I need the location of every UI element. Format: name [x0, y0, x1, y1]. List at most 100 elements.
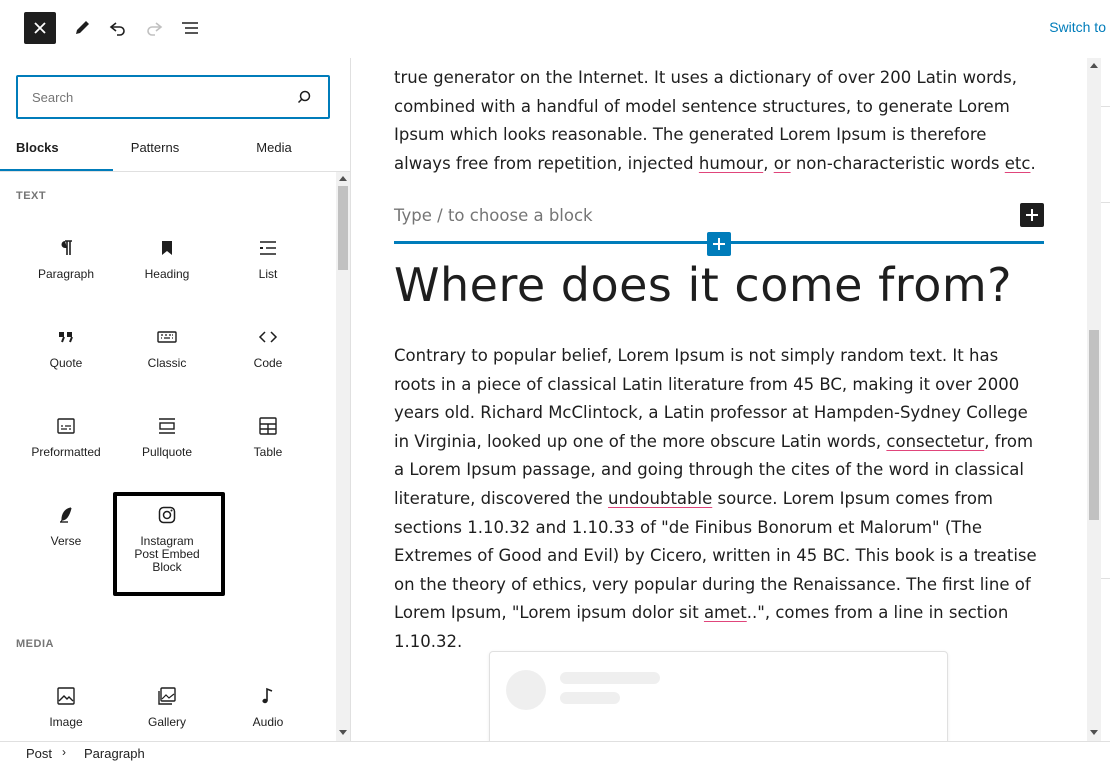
- misspelled-word: amet: [703, 603, 747, 623]
- close-icon: [34, 22, 46, 34]
- preformatted-icon: [54, 414, 78, 438]
- block-label: Heading: [144, 267, 190, 281]
- insert-block-button[interactable]: [707, 232, 731, 256]
- undo-icon: [109, 22, 125, 36]
- canvas-scrollbar[interactable]: [1087, 58, 1101, 741]
- canvas-scroll-thumb[interactable]: [1089, 330, 1099, 520]
- paragraph-block[interactable]: Contrary to popular belief, Lorem Ipsum …: [394, 342, 1044, 657]
- close-inserter-button[interactable]: [24, 12, 56, 44]
- block-label: Image: [49, 715, 83, 729]
- block-item-table[interactable]: Table: [218, 406, 318, 494]
- block-item-gallery[interactable]: Gallery: [117, 676, 217, 741]
- undo-button[interactable]: [104, 14, 132, 42]
- divider: [1101, 202, 1110, 203]
- misspelled-word: humour: [698, 153, 764, 173]
- paragraph-block[interactable]: true generator on the Internet. It uses …: [394, 64, 1044, 178]
- section-label-media: MEDIA: [16, 638, 54, 650]
- divider: [1101, 578, 1110, 579]
- editor-toolbar: Switch to: [0, 0, 1110, 59]
- paragraph-text: ,: [763, 153, 774, 173]
- block-item-pullquote[interactable]: Pullquote: [117, 406, 217, 494]
- paragraph-icon: [54, 236, 78, 260]
- scroll-down-arrow-icon[interactable]: [1090, 730, 1098, 735]
- block-item-quote[interactable]: Quote: [16, 317, 116, 405]
- misspelled-word: consectetur: [886, 431, 985, 451]
- embed-avatar-skeleton: [506, 670, 546, 710]
- block-label: Classic: [147, 356, 187, 370]
- plus-icon: [1026, 209, 1038, 221]
- code-icon: [256, 325, 280, 349]
- embed-text-skeleton: [560, 692, 620, 704]
- image-icon: [54, 684, 78, 708]
- scroll-up-arrow-icon[interactable]: [339, 176, 347, 181]
- chevron-right-icon: ›: [62, 745, 66, 759]
- block-label: Verse: [50, 534, 82, 548]
- paragraph-text: .: [1030, 153, 1036, 173]
- redo-button[interactable]: [140, 14, 168, 42]
- list-icon: [256, 236, 280, 260]
- block-item-preformatted[interactable]: Preformatted: [16, 406, 116, 494]
- scroll-down-arrow-icon[interactable]: [339, 730, 347, 735]
- block-breadcrumb: Post › Paragraph: [0, 741, 1110, 761]
- block-item-audio[interactable]: Audio: [218, 676, 318, 741]
- switch-to-button[interactable]: Switch to: [1049, 19, 1106, 35]
- block-label: Audio: [252, 715, 284, 729]
- section-label-text: TEXT: [16, 190, 47, 202]
- verse-icon: [54, 503, 78, 527]
- block-label: Paragraph: [37, 267, 95, 281]
- block-label: Code: [253, 356, 283, 370]
- block-label: List: [258, 267, 278, 281]
- block-item-verse[interactable]: Verse: [16, 495, 116, 583]
- add-block-button[interactable]: [1020, 203, 1044, 227]
- misspelled-word: etc: [1004, 153, 1031, 173]
- breadcrumb-paragraph[interactable]: Paragraph: [84, 746, 145, 761]
- heading-block[interactable]: Where does it come from?: [394, 258, 1012, 312]
- audio-icon: [256, 684, 280, 708]
- tab-blocks[interactable]: Blocks: [16, 134, 59, 171]
- pencil-icon: [76, 21, 89, 34]
- plus-icon: [713, 238, 725, 250]
- block-label: Table: [253, 445, 283, 459]
- search-icon[interactable]: [296, 89, 312, 105]
- instagram-embed-placeholder[interactable]: [489, 651, 948, 741]
- scroll-up-arrow-icon[interactable]: [1090, 63, 1098, 68]
- block-item-list[interactable]: List: [218, 228, 318, 316]
- table-icon: [256, 414, 280, 438]
- tab-media[interactable]: Media: [232, 134, 316, 171]
- pullquote-icon: [155, 414, 179, 438]
- paragraph-text: non-characteristic words: [790, 153, 1005, 173]
- block-label: Gallery: [147, 715, 186, 729]
- sidebar-scroll-thumb[interactable]: [338, 186, 348, 270]
- misspelled-word: or: [773, 153, 791, 173]
- divider: [1101, 106, 1110, 107]
- inserter-tabs: Blocks Patterns Media: [0, 134, 350, 172]
- search-input[interactable]: [18, 77, 306, 117]
- block-label: Quote: [49, 356, 83, 370]
- block-item-image[interactable]: Image: [16, 676, 116, 741]
- embed-text-skeleton: [560, 672, 660, 684]
- editor-canvas: true generator on the Internet. It uses …: [351, 58, 1087, 741]
- redo-icon: [147, 22, 163, 36]
- list-view-icon: [182, 22, 198, 34]
- quote-icon: [54, 325, 78, 349]
- empty-block-placeholder[interactable]: Type / to choose a block: [394, 206, 593, 225]
- active-tab-indicator: [0, 169, 113, 171]
- sidebar-scrollbar[interactable]: [336, 172, 350, 741]
- tools-button[interactable]: [68, 14, 96, 42]
- heading-icon: [155, 236, 179, 260]
- settings-sidebar-edge: [1101, 58, 1110, 741]
- block-item-classic[interactable]: Classic: [117, 317, 217, 405]
- block-list: TEXT Paragraph Heading List Quote Classi…: [0, 172, 336, 741]
- block-item-code[interactable]: Code: [218, 317, 318, 405]
- misspelled-word: undoubtable: [608, 488, 713, 508]
- breadcrumb-post[interactable]: Post: [26, 746, 52, 761]
- gallery-icon: [155, 684, 179, 708]
- block-item-paragraph[interactable]: Paragraph: [16, 228, 116, 316]
- block-item-heading[interactable]: Heading: [117, 228, 217, 316]
- tab-patterns[interactable]: Patterns: [113, 134, 197, 171]
- classic-icon: [155, 325, 179, 349]
- block-label: Pullquote: [141, 445, 193, 459]
- block-label: Preformatted: [31, 445, 101, 459]
- selection-highlight: [113, 492, 225, 596]
- list-view-button[interactable]: [176, 14, 204, 42]
